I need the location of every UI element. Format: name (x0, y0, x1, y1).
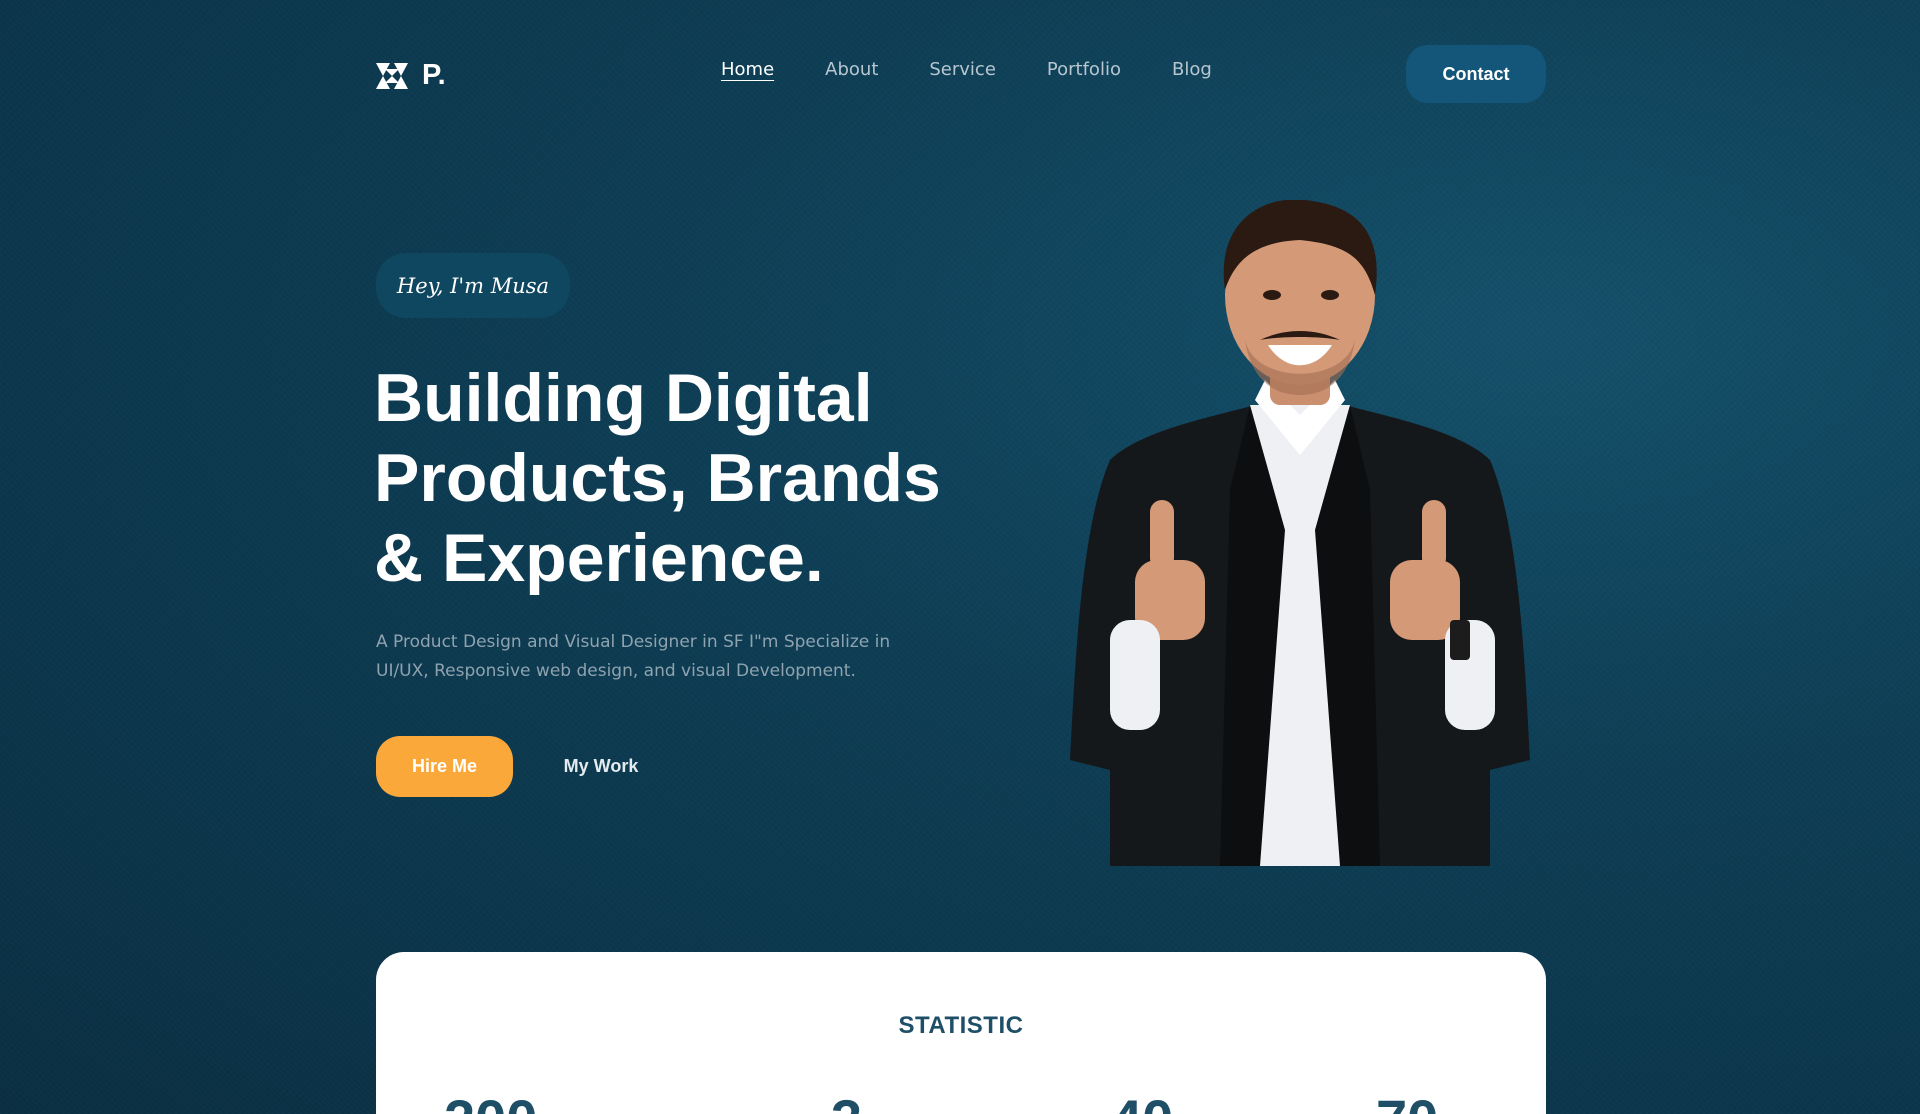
stat-number-1: 200 (444, 1092, 537, 1114)
contact-button[interactable]: Contact (1406, 45, 1546, 103)
logo-text: P. (422, 59, 446, 91)
main-nav: Home About Service Portfolio Blog (721, 59, 1212, 80)
brand-logo[interactable]: P. (376, 59, 446, 92)
nav-portfolio[interactable]: Portfolio (1047, 59, 1121, 80)
headline-line-2: Products, Brands (374, 440, 941, 516)
person-portrait-thumbs-up (1070, 200, 1530, 866)
nav-home[interactable]: Home (721, 59, 774, 80)
statistic-card: STATISTIC 200 3 40 70 (376, 952, 1546, 1114)
hourglass-x-icon (376, 62, 408, 89)
hero-headline: Building Digital Products, Brands & Expe… (374, 358, 994, 598)
hero-description: A Product Design and Visual Designer in … (376, 632, 891, 681)
my-work-button[interactable]: My Work (546, 736, 656, 797)
site-header: P. Home About Service Portfolio Blog Con… (376, 45, 1546, 103)
nav-service[interactable]: Service (929, 59, 996, 80)
headline-line-3: & Experience. (374, 520, 824, 596)
nav-blog[interactable]: Blog (1172, 59, 1212, 80)
nav-about[interactable]: About (825, 59, 878, 80)
headline-line-1: Building Digital (374, 360, 873, 436)
hire-me-button[interactable]: Hire Me (376, 736, 513, 797)
stat-number-2: 3 (831, 1092, 862, 1114)
stat-number-3: 40 (1111, 1092, 1173, 1114)
stat-number-4: 70 (1376, 1092, 1438, 1114)
statistic-row: 200 3 40 70 (376, 1092, 1546, 1114)
greeting-badge: Hey, I'm Musa (376, 253, 570, 318)
statistic-title: STATISTIC (898, 1012, 1024, 1039)
